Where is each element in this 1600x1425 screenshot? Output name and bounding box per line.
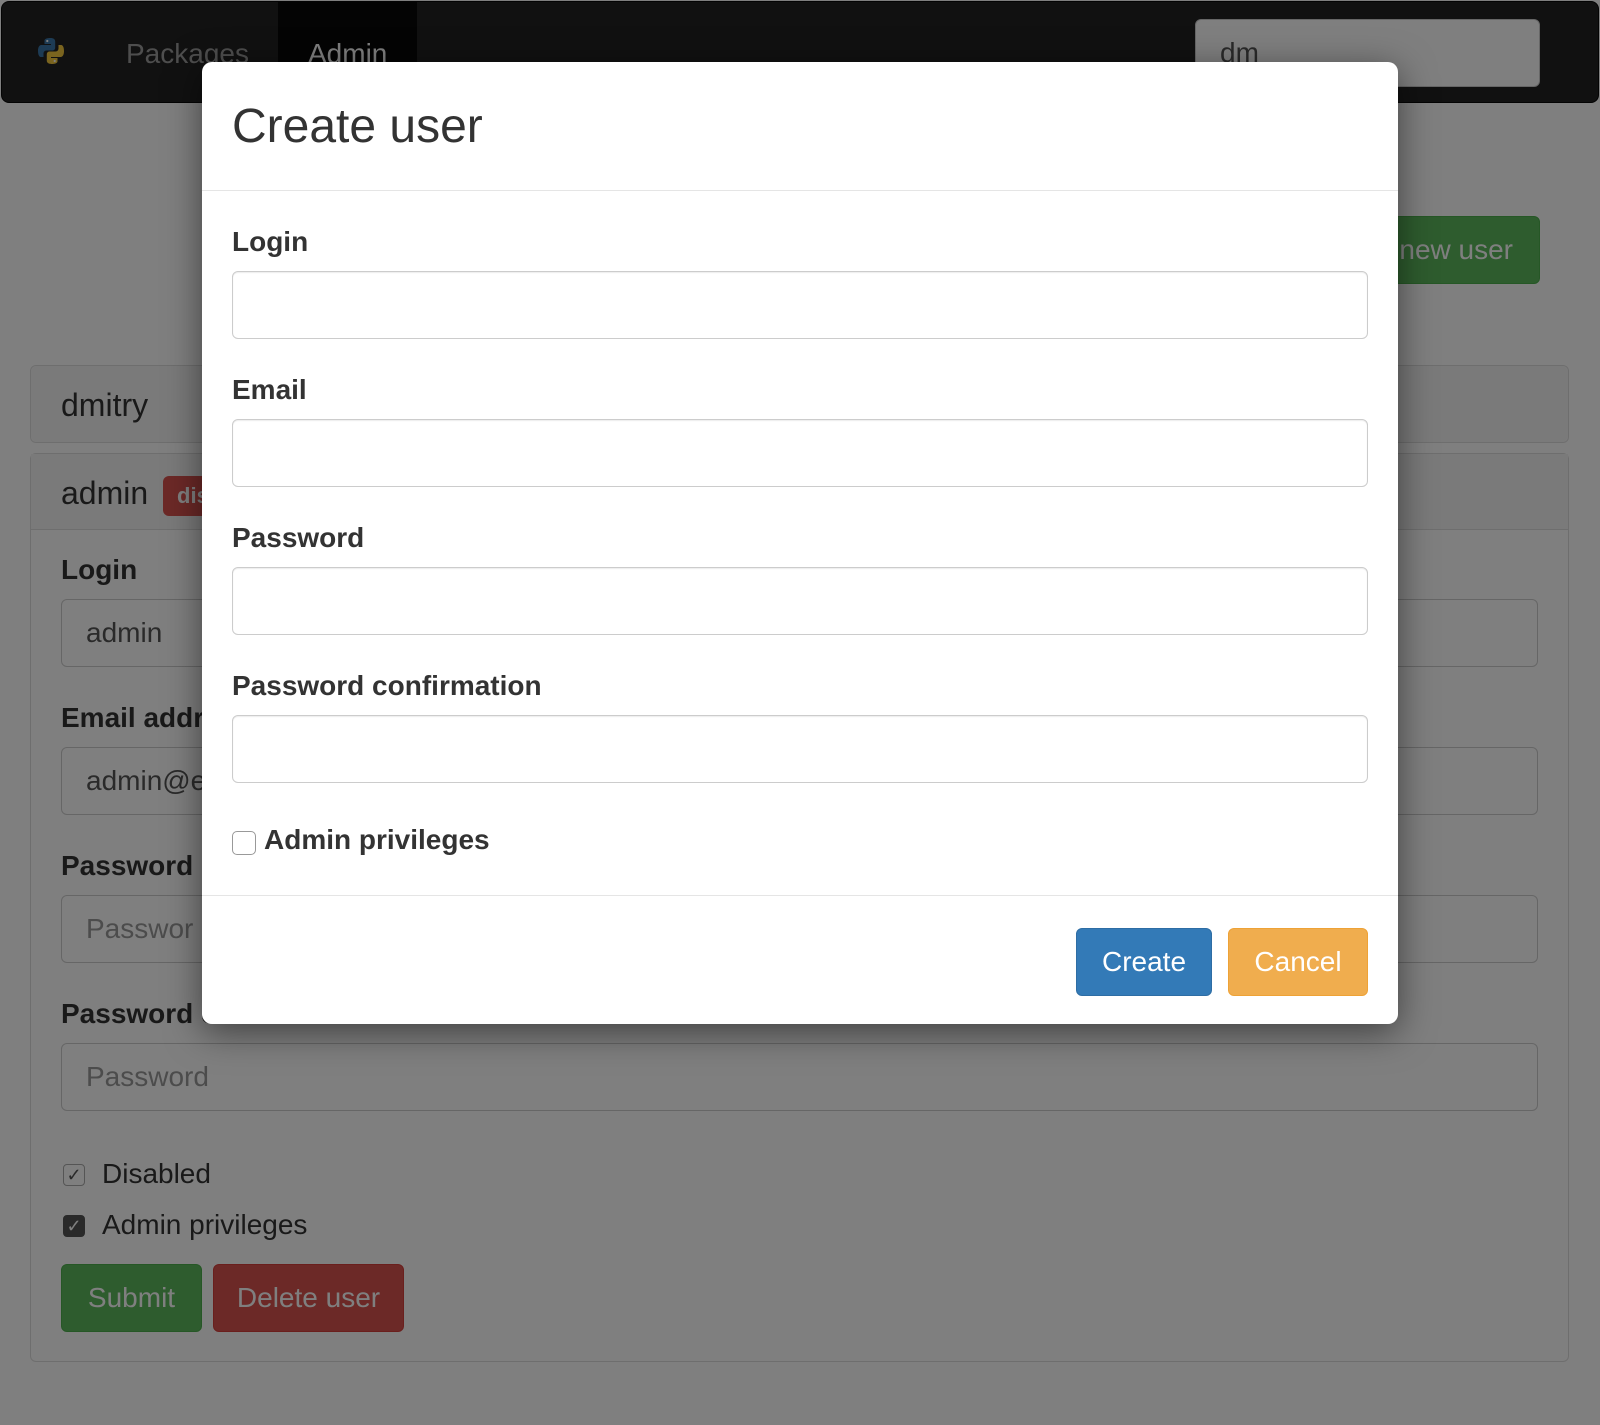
- admin-privileges-checkbox[interactable]: [232, 831, 256, 855]
- email-input[interactable]: [232, 419, 1368, 487]
- password-confirmation-label: Password confirmation: [232, 670, 542, 701]
- password-confirmation-input[interactable]: [232, 715, 1368, 783]
- modal-body: Login Email Password Password confirmati…: [202, 191, 1398, 896]
- admin-privileges-label[interactable]: Admin privileges: [264, 824, 490, 856]
- login-input[interactable]: [232, 271, 1368, 339]
- cancel-button[interactable]: Cancel: [1228, 928, 1368, 996]
- password-input[interactable]: [232, 567, 1368, 635]
- password-label: Password: [232, 522, 365, 553]
- create-user-modal: Create user Login Email Password Passwor…: [202, 62, 1398, 1024]
- login-label: Login: [232, 226, 309, 257]
- modal-title: Create user: [232, 100, 483, 153]
- create-button[interactable]: Create: [1076, 928, 1212, 996]
- modal-footer: Create Cancel: [202, 895, 1398, 1024]
- email-label: Email: [232, 374, 307, 405]
- modal-header: Create user: [202, 62, 1398, 191]
